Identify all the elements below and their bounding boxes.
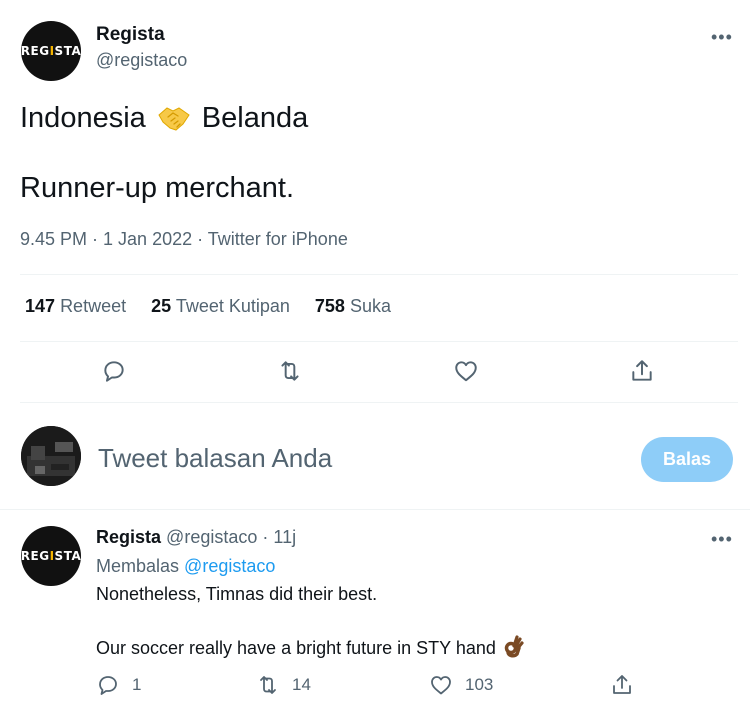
retweet-stat[interactable]: 147 Retweet [25, 296, 126, 317]
replying-label: Membalas [96, 556, 180, 576]
retweet-icon [260, 676, 276, 694]
tweet-timestamp[interactable]: 9.45 PM · 1 Jan 2022 · Twitter for iPhon… [20, 229, 348, 250]
replying-to: Membalas @registaco [96, 556, 275, 577]
user-avatar[interactable] [21, 426, 81, 486]
retweet-icon[interactable] [275, 356, 305, 386]
avatar-logo: REGISTA [21, 44, 81, 58]
tweet-text-line1: Indonesia Belanda [20, 100, 308, 136]
like-icon [431, 676, 451, 695]
reply-more-options-icon[interactable]: ••• [711, 530, 733, 548]
retweet-label: Retweet [60, 296, 127, 316]
reply-text-line1: Nonetheless, Timnas did their best. [96, 584, 378, 604]
reply-reply-action[interactable]: 1 [96, 673, 141, 697]
reply-reply-count: 1 [132, 675, 142, 694]
tweet-text-right: Belanda [201, 101, 309, 134]
avatar-logo: REGISTA [21, 549, 81, 563]
reply-retweet-count: 14 [292, 675, 311, 694]
author-avatar[interactable]: REGISTA [21, 21, 81, 81]
reply-author-handle[interactable]: @registaco [166, 527, 257, 547]
replying-to-link[interactable]: @registaco [184, 556, 275, 576]
tweet-stats: 147 Retweet 25 Tweet Kutipan 758 Suka [25, 296, 391, 317]
author-name[interactable]: Regista [96, 24, 165, 46]
handshake-emoji-icon [156, 100, 192, 136]
more-options-icon[interactable]: ••• [711, 28, 733, 46]
reply-input[interactable]: Tweet balasan Anda [98, 443, 332, 474]
user-avatar-image [21, 426, 81, 486]
reply-author-avatar[interactable]: REGISTA [21, 526, 81, 586]
retweet-count: 147 [25, 296, 56, 316]
share-icon[interactable] [627, 356, 657, 386]
reply-icon [99, 676, 117, 695]
share-icon [613, 675, 631, 694]
ok-hand-emoji-icon [502, 634, 524, 663]
quote-label: Tweet Kutipan [175, 296, 290, 316]
like-icon[interactable] [451, 356, 481, 386]
divider [20, 402, 738, 403]
divider [20, 274, 738, 275]
reply-icon[interactable] [99, 356, 129, 386]
like-stat[interactable]: 758 Suka [315, 296, 391, 317]
reply-like-count: 103 [465, 675, 494, 694]
reply-text-line2: Our soccer really have a bright future i… [96, 634, 524, 663]
quote-stat[interactable]: 25 Tweet Kutipan [151, 296, 290, 317]
reply-time[interactable]: 11j [273, 527, 296, 547]
tweet-text-line2: Runner-up merchant. [20, 172, 295, 204]
reply-retweet-action[interactable]: 14 [256, 673, 311, 697]
reply-text-line2-text: Our soccer really have a bright future i… [96, 638, 496, 658]
reply-like-action[interactable]: 103 [429, 673, 493, 697]
like-label: Suka [349, 296, 391, 316]
divider [20, 341, 738, 342]
tweet-text-left: Indonesia [20, 101, 146, 134]
reply-button[interactable]: Balas [641, 437, 733, 482]
like-count: 758 [314, 296, 345, 316]
reply-header: Regista @registaco · 11j [96, 527, 296, 548]
author-handle[interactable]: @registaco [96, 50, 187, 71]
quote-count: 25 [151, 296, 172, 316]
divider [0, 509, 750, 510]
reply-author-name[interactable]: Regista [96, 527, 161, 547]
reply-separator: · [262, 527, 269, 547]
reply-share-action[interactable] [610, 673, 634, 697]
